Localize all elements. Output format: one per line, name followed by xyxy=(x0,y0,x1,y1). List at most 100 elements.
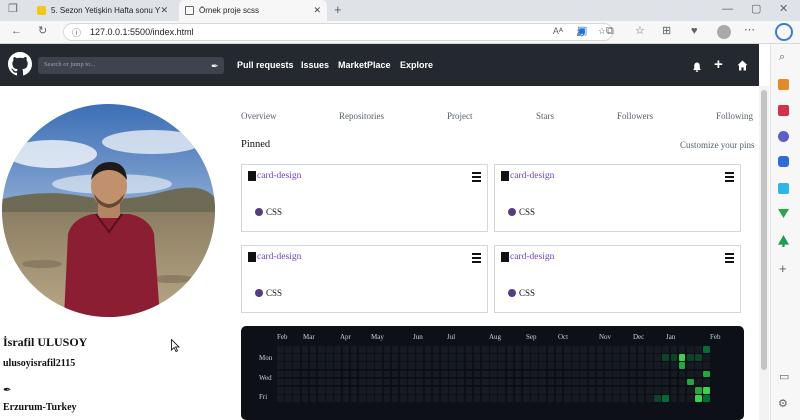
contribution-cell[interactable] xyxy=(400,346,407,353)
contribution-cell[interactable] xyxy=(662,346,669,353)
contribution-cell[interactable] xyxy=(531,395,538,402)
contribution-cell[interactable] xyxy=(391,354,399,361)
contribution-cell[interactable] xyxy=(588,362,596,369)
contribution-cell[interactable] xyxy=(547,346,555,353)
contribution-cell[interactable] xyxy=(432,354,440,361)
contribution-cell[interactable] xyxy=(514,362,522,369)
contribution-cell[interactable] xyxy=(572,387,579,394)
contribution-cell[interactable] xyxy=(277,362,284,369)
contribution-cell[interactable] xyxy=(309,362,317,369)
contribution-cell[interactable] xyxy=(367,354,374,361)
contribution-cell[interactable] xyxy=(662,395,669,402)
pinned-card[interactable]: card-design CSS xyxy=(241,245,488,313)
contribution-cell[interactable] xyxy=(490,378,497,386)
contribution-cell[interactable] xyxy=(605,370,612,378)
contribution-cell[interactable] xyxy=(580,387,587,394)
contribution-cell[interactable] xyxy=(547,378,555,386)
contribution-cell[interactable] xyxy=(473,370,481,378)
contribution-cell[interactable] xyxy=(596,354,604,361)
contribution-cell[interactable] xyxy=(334,354,341,361)
page-scrollbar[interactable] xyxy=(759,86,769,420)
contribution-cell[interactable] xyxy=(432,362,440,369)
hamburger-menu-icon[interactable] xyxy=(472,253,481,265)
contribution-cell[interactable] xyxy=(465,354,473,361)
contribution-cell[interactable] xyxy=(588,346,596,353)
contribution-cell[interactable] xyxy=(605,354,612,361)
contribution-cell[interactable] xyxy=(703,354,710,361)
contribution-cell[interactable] xyxy=(547,387,555,394)
contribution-cell[interactable] xyxy=(629,362,637,369)
contribution-cell[interactable] xyxy=(449,370,456,378)
repo-link[interactable]: card-design xyxy=(510,171,554,181)
close-tab-icon[interactable]: ✕ xyxy=(313,5,321,16)
contribution-cell[interactable] xyxy=(465,395,473,402)
contribution-cell[interactable] xyxy=(555,370,563,378)
contribution-cell[interactable] xyxy=(408,346,415,353)
contribution-cell[interactable] xyxy=(318,370,325,378)
contribution-cell[interactable] xyxy=(621,387,628,394)
contribution-cell[interactable] xyxy=(375,354,382,361)
contribution-cell[interactable] xyxy=(547,370,555,378)
bing-chat-icon[interactable] xyxy=(775,23,793,41)
contribution-cell[interactable] xyxy=(457,378,464,386)
contribution-cell[interactable] xyxy=(309,378,317,386)
contribution-cell[interactable] xyxy=(514,346,522,353)
contribution-cell[interactable] xyxy=(670,378,678,386)
contribution-cell[interactable] xyxy=(531,378,538,386)
contribution-cell[interactable] xyxy=(359,362,366,369)
contribution-cell[interactable] xyxy=(383,378,391,386)
contribution-cell[interactable] xyxy=(662,362,669,369)
contribution-cell[interactable] xyxy=(580,362,587,369)
hamburger-menu-icon[interactable] xyxy=(725,253,734,265)
contribution-cell[interactable] xyxy=(441,387,448,394)
contribution-cell[interactable] xyxy=(318,378,325,386)
contribution-cell[interactable] xyxy=(580,354,587,361)
contribution-cell[interactable] xyxy=(490,354,497,361)
contribution-cell[interactable] xyxy=(359,395,366,402)
contribution-cell[interactable] xyxy=(285,370,292,378)
contribution-cell[interactable] xyxy=(359,354,366,361)
contribution-cell[interactable] xyxy=(383,370,391,378)
contribution-cell[interactable] xyxy=(613,346,620,353)
contribution-cell[interactable] xyxy=(342,395,350,402)
contribution-cell[interactable] xyxy=(277,346,284,353)
contribution-cell[interactable] xyxy=(678,395,686,402)
contribution-cell[interactable] xyxy=(596,362,604,369)
contribution-cell[interactable] xyxy=(555,346,563,353)
contribution-cell[interactable] xyxy=(342,354,350,361)
profile-avatar[interactable] xyxy=(717,25,731,39)
contribution-cell[interactable] xyxy=(367,387,374,394)
contribution-cell[interactable] xyxy=(350,362,358,369)
contribution-cell[interactable] xyxy=(637,370,645,378)
github-logo-icon[interactable] xyxy=(8,52,32,76)
contribution-cell[interactable] xyxy=(457,362,464,369)
contribution-cell[interactable] xyxy=(342,387,350,394)
contribution-cell[interactable] xyxy=(629,387,637,394)
contribution-cell[interactable] xyxy=(277,354,284,361)
contribution-cell[interactable] xyxy=(301,370,309,378)
contribution-cell[interactable] xyxy=(555,362,563,369)
contribution-cell[interactable] xyxy=(383,354,391,361)
contribution-cell[interactable] xyxy=(506,370,514,378)
contribution-cell[interactable] xyxy=(350,378,358,386)
contribution-cell[interactable] xyxy=(482,346,489,353)
contribution-cell[interactable] xyxy=(424,346,432,353)
contribution-cell[interactable] xyxy=(408,395,415,402)
screencast-icon[interactable]: ▣ xyxy=(577,26,587,37)
contribution-cell[interactable] xyxy=(580,346,587,353)
contribution-cell[interactable] xyxy=(334,395,341,402)
contribution-cell[interactable] xyxy=(523,378,530,386)
contribution-cell[interactable] xyxy=(605,378,612,386)
contribution-cell[interactable] xyxy=(301,378,309,386)
contribution-cell[interactable] xyxy=(523,387,530,394)
contribution-cell[interactable] xyxy=(678,387,686,394)
contribution-cell[interactable] xyxy=(473,354,481,361)
contribution-cell[interactable] xyxy=(687,370,694,378)
contribution-cell[interactable] xyxy=(408,354,415,361)
contribution-cell[interactable] xyxy=(285,354,292,361)
window-close-icon[interactable]: ✕ xyxy=(779,4,788,15)
contribution-cell[interactable] xyxy=(408,378,415,386)
contribution-cell[interactable] xyxy=(506,362,514,369)
contribution-cell[interactable] xyxy=(383,387,391,394)
contribution-cell[interactable] xyxy=(309,395,317,402)
